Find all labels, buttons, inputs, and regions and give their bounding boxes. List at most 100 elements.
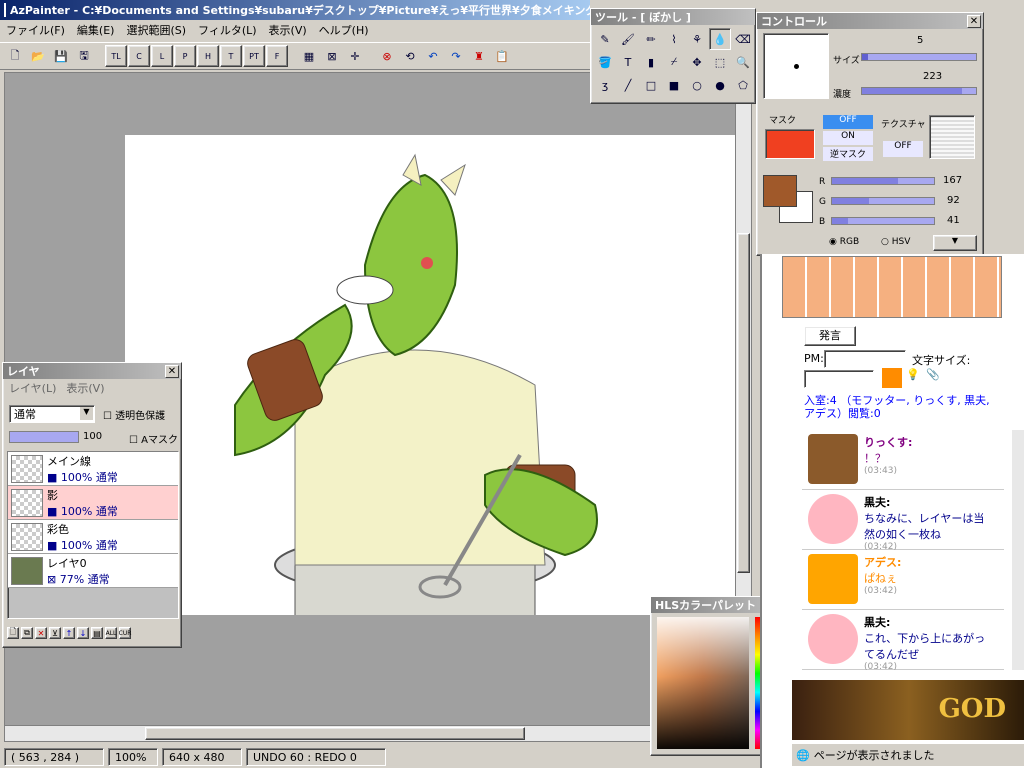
mask-color[interactable] (765, 129, 815, 159)
menu-filter[interactable]: フィルタ(L) (192, 22, 263, 38)
blend-mode-select[interactable]: 通常 ▼ (9, 405, 95, 423)
all-layers-icon[interactable]: ALL (105, 627, 117, 639)
layer-menu-layer[interactable]: レイヤ(L) (9, 380, 56, 396)
close-image-icon[interactable]: ⊗ (376, 45, 398, 67)
layer-close-icon[interactable]: ✕ (165, 365, 179, 378)
font-size-select[interactable] (804, 370, 874, 388)
layer-p-icon[interactable]: P (174, 45, 196, 67)
layer-row-main-line[interactable]: メイン線 ■ 100% 通常 (8, 452, 178, 486)
new-file-icon[interactable]: 🗋 (4, 45, 26, 67)
chat-message: 黒夫: ちなみに、レイヤーは当然の如く一枚ね (03:42) (802, 490, 1004, 552)
rect-icon[interactable]: □ (640, 74, 662, 96)
pencil-icon[interactable]: ✏ (640, 28, 662, 50)
move-icon[interactable]: ✛ (344, 45, 366, 67)
rgb-radio[interactable]: ◉ RGB (829, 237, 859, 247)
texture-preview[interactable] (929, 115, 975, 159)
polygon-icon[interactable]: ⬠ (732, 74, 754, 96)
blur-icon[interactable]: 💧 (709, 28, 731, 50)
b-slider[interactable] (831, 217, 935, 225)
drawing-canvas[interactable] (125, 135, 737, 615)
merge-layer-icon[interactable]: ⊻ (49, 627, 61, 639)
smudge-icon[interactable]: ⚘ (686, 28, 708, 50)
protect-transparency-checkbox[interactable]: ☐ 透明色保護 (103, 407, 165, 422)
layer-l-icon[interactable]: L (151, 45, 173, 67)
layer-c-icon[interactable]: C (128, 45, 150, 67)
layer-t-icon[interactable]: T (220, 45, 242, 67)
airbrush-icon[interactable]: ⌇ (663, 28, 685, 50)
layer-row-color[interactable]: 彩色 ■ 100% 通常 (8, 520, 178, 554)
new-layer-icon[interactable]: 🗋 (7, 627, 19, 639)
redo-icon[interactable]: ↷ (445, 45, 467, 67)
mask-on-button[interactable]: ON (823, 131, 873, 145)
size-slider[interactable] (861, 53, 977, 61)
eraser-icon[interactable]: ⌫ (732, 28, 754, 50)
horizontal-scrollbar[interactable] (5, 725, 737, 741)
color-mode-dropdown[interactable]: ▼ (933, 235, 977, 251)
g-slider[interactable] (831, 197, 935, 205)
texture-off-button[interactable]: OFF (883, 141, 923, 157)
layer-up-icon[interactable]: ↑ (63, 627, 75, 639)
menu-file[interactable]: ファイル(F) (0, 22, 71, 38)
hls-color-grid[interactable] (657, 617, 749, 749)
menu-help[interactable]: ヘルプ(H) (313, 22, 375, 38)
opacity-slider[interactable] (9, 431, 79, 443)
vertical-scrollbar-thumb[interactable] (737, 233, 750, 573)
hsv-radio[interactable]: ○ HSV (881, 237, 910, 247)
stamp-icon[interactable]: ♜ (468, 45, 490, 67)
density-slider[interactable] (861, 87, 977, 95)
circle-fill-icon[interactable]: ● (709, 74, 731, 96)
palette-grid[interactable] (782, 256, 1002, 318)
zoom-icon[interactable]: 🔍 (732, 51, 754, 73)
amask-checkbox[interactable]: ☐ Aマスク (129, 431, 178, 446)
text-icon[interactable]: T (617, 51, 639, 73)
send-button[interactable]: 発言 (804, 326, 856, 346)
grid-icon[interactable]: ▦ (298, 45, 320, 67)
horizontal-scrollbar-thumb[interactable] (145, 727, 525, 740)
clipboard-icon[interactable]: 📋 (491, 45, 513, 67)
save-icon[interactable]: 💾 (50, 45, 72, 67)
layer-pt-icon[interactable]: PT (243, 45, 265, 67)
layer-h-icon[interactable]: H (197, 45, 219, 67)
mask-reverse-button[interactable]: 逆マスク (823, 147, 873, 161)
gradient-icon[interactable]: ▮ (640, 51, 662, 73)
select-icon[interactable]: ⬚ (709, 51, 731, 73)
freehand-icon[interactable]: ʒ (594, 74, 616, 96)
line-icon[interactable]: ╱ (617, 74, 639, 96)
rect-fill-icon[interactable]: ■ (663, 74, 685, 96)
layer-down-icon[interactable]: ↓ (77, 627, 89, 639)
undo-icon[interactable]: ↶ (422, 45, 444, 67)
r-slider[interactable] (831, 177, 935, 185)
rotate-icon[interactable]: ⟲ (399, 45, 421, 67)
save-as-icon[interactable]: 🖫 (73, 45, 95, 67)
ad-banner[interactable]: GOD (792, 680, 1024, 740)
layer-menu-view[interactable]: 表示(V) (66, 380, 104, 396)
control-close-icon[interactable]: ✕ (967, 15, 981, 28)
fill-icon[interactable]: 🪣 (594, 51, 616, 73)
chat-scrollbar[interactable] (1012, 430, 1024, 670)
clip-icon[interactable]: 📎 (926, 368, 940, 381)
pm-select[interactable] (824, 350, 906, 368)
dropper-icon[interactable]: ⌿ (663, 51, 685, 73)
menu-edit[interactable]: 編集(E) (71, 22, 121, 38)
brush-icon[interactable]: 🖌 (617, 28, 639, 50)
open-folder-icon[interactable]: 📂 (27, 45, 49, 67)
menu-selection[interactable]: 選択範囲(S) (120, 22, 192, 38)
delete-layer-icon[interactable]: ✕ (35, 627, 47, 639)
layer-f-icon[interactable]: F (266, 45, 288, 67)
layer-row-layer0[interactable]: レイヤ0 ⊠ 77% 通常 (8, 554, 178, 588)
bulb-icon[interactable]: 💡 (906, 368, 920, 381)
mask-off-button[interactable]: OFF (823, 115, 873, 129)
foreground-color-swatch[interactable] (763, 175, 797, 207)
copy-layer-icon[interactable]: ⧉ (21, 627, 33, 639)
circle-icon[interactable]: ○ (686, 74, 708, 96)
layer-tl-icon[interactable]: TL (105, 45, 127, 67)
pen-icon[interactable]: ✎ (594, 28, 616, 50)
menu-view[interactable]: 表示(V) (263, 22, 313, 38)
layer-row-shadow[interactable]: 影 ■ 100% 通常 (8, 486, 178, 520)
status-undo: UNDO 60 : REDO 0 (246, 748, 386, 766)
current-layer-icon[interactable]: CUR (119, 627, 131, 639)
layer-property-icon[interactable]: ▤ (91, 627, 103, 639)
fit-icon[interactable]: ⊠ (321, 45, 343, 67)
text-color-swatch[interactable] (882, 368, 902, 388)
move-tool-icon[interactable]: ✥ (686, 51, 708, 73)
